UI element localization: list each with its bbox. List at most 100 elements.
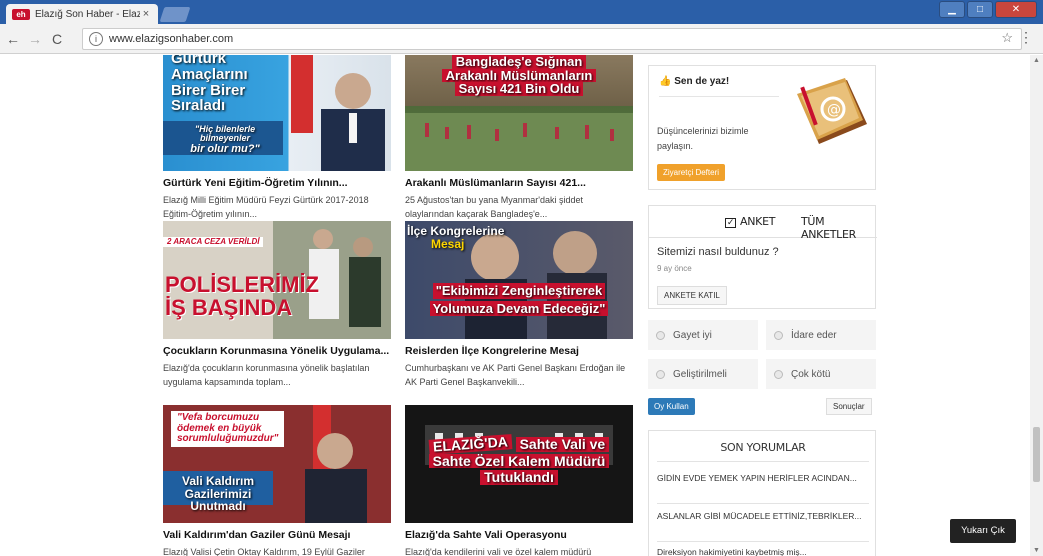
guestbook-widget: 👍 Sen de yaz! Düşüncelerinizi bizimle pa… (648, 65, 876, 190)
comment-item[interactable]: Direksiyon hakimiyetini kaybetmiş miş... (657, 545, 869, 556)
forward-arrow-icon[interactable]: → (26, 31, 44, 47)
poll-option[interactable]: Çok kötü (766, 359, 876, 389)
poll-option[interactable]: İdare eder (766, 320, 876, 350)
overlay-line: Mesaj (431, 236, 465, 251)
tab-anket-label: ANKET (740, 215, 776, 228)
overlay-line: Tutuklandı (480, 470, 558, 486)
overlay-quote: bir olur mu?" (190, 142, 260, 155)
reload-icon[interactable]: C (48, 31, 66, 47)
news-summary: Elazığ'da çocukların korunmasına yönelik… (163, 363, 370, 387)
news-thumbnail[interactable]: Gürtürk Amaçlarını Birer Birer Sıraladı … (163, 55, 391, 171)
radio-icon[interactable] (656, 330, 665, 340)
radio-icon[interactable] (656, 369, 665, 379)
overlay-line: POLİSLERİMİZ (165, 272, 319, 297)
overlay-line: Birer Birer (171, 81, 246, 99)
poll-header: ✓ ANKET TÜM ANKETLER (649, 206, 877, 241)
bookmark-star-icon[interactable]: ☆ (1001, 30, 1013, 46)
recent-comments-widget: SON YORUMLAR GİDİN EVDE YEMEK YAPIN HERİ… (648, 430, 876, 556)
news-headline[interactable]: Elazığ'da Sahte Vali Operasyonu (405, 529, 633, 541)
overlay-line: "Ekibimizi Zenginleştirerek (432, 283, 606, 299)
overlay-line: Vali Kaldırım (181, 474, 255, 488)
tab-close-icon[interactable]: × (140, 8, 152, 20)
scrollbar-thumb[interactable] (1033, 427, 1040, 482)
news-card[interactable]: ELAZIĞ'DA Sahte Vali ve Sahte Özel Kalem… (405, 405, 633, 556)
radio-icon[interactable] (774, 369, 783, 379)
guestbook-button[interactable]: Ziyaretçi Defteri (657, 164, 726, 181)
divider (659, 96, 779, 97)
browser-menu-icon[interactable]: ⋮ (1019, 29, 1033, 46)
news-card[interactable]: Gürtürk Amaçlarını Birer Birer Sıraladı … (163, 55, 391, 221)
news-headline[interactable]: Gürtürk Yeni Eğitim-Öğretim Yılının... (163, 177, 391, 189)
overlay-line: İŞ BAŞINDA (165, 295, 293, 321)
page-scrollbar[interactable]: ▲ ▼ (1030, 55, 1043, 556)
new-tab-button[interactable] (159, 7, 191, 22)
news-summary: 25 Ağustos'tan bu yana Myanmar'daki şidd… (405, 195, 584, 219)
tab-anket[interactable]: ✓ ANKET (725, 215, 775, 228)
news-headline[interactable]: Vali Kaldırım'dan Gaziler Günü Mesajı (163, 529, 391, 541)
overlay-line: Amaçlarını (171, 65, 248, 83)
news-summary: Cumhurbaşkanı ve AK Parti Genel Başkanı … (405, 363, 626, 387)
checkbox-icon: ✓ (725, 218, 736, 228)
info-icon[interactable]: i (89, 32, 103, 46)
divider (657, 503, 869, 504)
guestbook-title: 👍 Sen de yaz! (659, 76, 730, 87)
overlay-line: Arakanlı Müslümanların (441, 68, 597, 83)
news-headline[interactable]: Reislerden İlçe Kongrelerine Mesaj (405, 345, 633, 357)
news-card[interactable]: Bangladeş'e Sığınan Arakanlı Müslümanlar… (405, 55, 633, 221)
news-headline[interactable]: Arakanlı Müslümanların Sayısı 421... (405, 177, 633, 189)
vote-button[interactable]: Oy Kullan (648, 398, 695, 415)
overlay-line: Bangladeş'e Sığınan (451, 55, 587, 69)
overlay-line: Sayısı 421 Bin Oldu (454, 82, 584, 96)
news-card[interactable]: İlçe Kongrelerine Mesaj "Ekibimizi Zengi… (405, 221, 633, 389)
browser-toolbar: ← → C i www.elazigsonhaber.com (0, 24, 1043, 54)
news-card[interactable]: 2 ARACA CEZA VERİLDİ POLİSLERİMİZ İŞ BAŞ… (163, 221, 391, 389)
page-viewport: Gürtürk Amaçlarını Birer Birer Sıraladı … (0, 55, 1030, 556)
minimize-icon[interactable]: ▁ (939, 1, 965, 18)
guestbook-text: Düşüncelerinizi bizimle paylaşın. (657, 126, 749, 151)
overlay-line: İlçe Kongrelerine (407, 224, 505, 238)
back-arrow-icon[interactable]: ← (4, 31, 22, 47)
poll-option-label: Çok kötü (791, 368, 831, 380)
poll-option-label: Gayet iyi (673, 329, 712, 341)
join-poll-button[interactable]: ANKETE KATIL (657, 286, 727, 305)
scroll-up-icon[interactable]: ▲ (1033, 57, 1040, 64)
tab-all-polls[interactable]: TÜM ANKETLER (801, 215, 877, 241)
browser-titlebar: eh Elazığ Son Haber - Elazığ × ▁ □ ✕ (0, 0, 1043, 24)
back-to-top-button[interactable]: Yukarı Çık (950, 519, 1016, 543)
overlay-quote: "Hiç bilenlerle bilmeyenler (194, 124, 256, 144)
overlay-line: ELAZIĞ'DA (428, 433, 513, 455)
news-thumbnail[interactable]: "Vefa borcumuzu ödemek en büyük sorumlul… (163, 405, 391, 523)
overlay-line: Yolumuza Devam Edeceğiz" (429, 300, 609, 317)
overlay-line: sorumluluğumuzdur" (177, 433, 279, 444)
overlay-line: Sahte Özel Kalem Müdürü (428, 453, 610, 469)
address-book-icon: @ (797, 78, 867, 144)
overlay-line: Sıraladı (171, 97, 226, 115)
scroll-down-icon[interactable]: ▼ (1033, 547, 1040, 554)
maximize-icon[interactable]: □ (967, 1, 993, 18)
news-thumbnail[interactable]: Bangladeş'e Sığınan Arakanlı Müslümanlar… (405, 55, 633, 171)
site-favicon-icon: eh (12, 8, 30, 20)
window-close-icon[interactable]: ✕ (995, 1, 1037, 18)
overlay-line: Gürtürk (171, 55, 227, 67)
news-card[interactable]: "Vefa borcumuzu ödemek en büyük sorumlul… (163, 405, 391, 556)
browser-tab[interactable]: eh Elazığ Son Haber - Elazığ × (6, 4, 158, 24)
svg-text:@: @ (827, 102, 841, 118)
poll-question: Sitemizi nasıl buldunuz ? (657, 246, 779, 258)
news-thumbnail[interactable]: 2 ARACA CEZA VERİLDİ POLİSLERİMİZ İŞ BAŞ… (163, 221, 391, 339)
address-bar[interactable]: i www.elazigsonhaber.com (82, 28, 1022, 50)
radio-icon[interactable] (774, 330, 783, 340)
news-thumbnail[interactable]: İlçe Kongrelerine Mesaj "Ekibimizi Zengi… (405, 221, 633, 339)
poll-option[interactable]: Geliştirilmeli (648, 359, 758, 389)
overlay-line: Sahte Vali ve (515, 437, 610, 452)
comment-item[interactable]: GİDİN EVDE YEMEK YAPIN HERİFLER ACINDAN.… (657, 471, 869, 485)
overlay-line: "Vefa borcumuzu (177, 412, 260, 423)
overlay-line: Gazilerimizi Unutmadı (184, 486, 252, 514)
news-headline[interactable]: Çocukların Korunmasına Yönelik Uygulama.… (163, 345, 391, 357)
poll-timestamp: 9 ay önce (657, 264, 692, 273)
poll-option[interactable]: Gayet iyi (648, 320, 758, 350)
comment-item[interactable]: ASLANLAR GİBİ MÜCADELE ETTİNİZ,TEBRİKLER… (657, 509, 869, 523)
results-button[interactable]: Sonuçlar (826, 398, 872, 415)
news-thumbnail[interactable]: ELAZIĞ'DA Sahte Vali ve Sahte Özel Kalem… (405, 405, 633, 523)
news-summary: Elazığ'da kendilerini vali ve özel kalem… (405, 547, 592, 556)
overlay-line: 2 ARACA CEZA VERİLDİ (167, 237, 260, 246)
